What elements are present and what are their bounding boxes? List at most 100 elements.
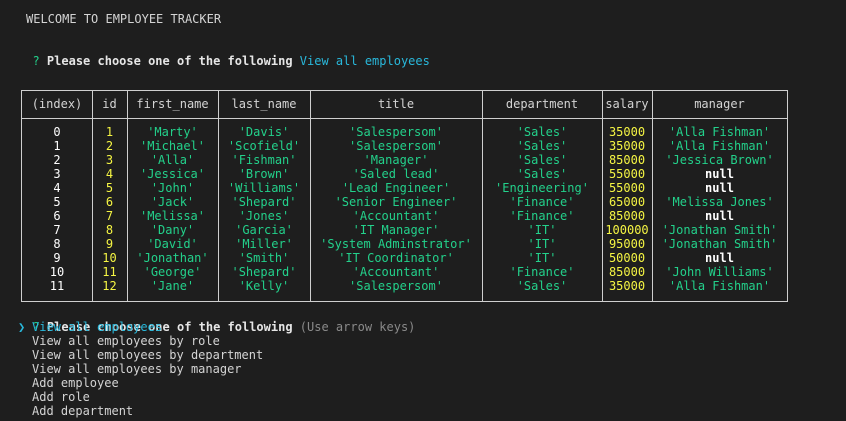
table-cell-salary: 100000 [605,223,649,237]
table-cell-first-name: 'Jonathan' [136,251,209,265]
table-cell-department: 'IT' [527,237,557,251]
table-cell-index: 2 [53,153,61,167]
table-cell-salary: 65000 [608,195,646,209]
choice-option[interactable]: Add role [32,390,90,404]
table-cell-first-name: 'Alla' [150,153,195,167]
table-cell-manager: 'Melissa Jones' [665,195,774,209]
table-cell-title: 'Accountant' [352,265,440,279]
table-cell-index: 10 [49,265,65,279]
table-cell-id: 11 [102,265,117,279]
table-cell-first-name: 'George' [143,265,202,279]
table-cell-salary: 95000 [608,237,646,251]
table-cell-last-name: 'Shepard' [231,265,297,279]
table-cell-salary: 35000 [608,139,646,153]
column-header-manager: manager [694,97,745,111]
table-cell-department: 'Sales' [516,125,568,139]
table-cell-title: 'Salespersom' [349,139,443,153]
table-cell-last-name: 'Fishman' [231,153,297,167]
prompt-answer: View all employees [299,54,430,68]
table-cell-title: 'Saled lead' [352,167,440,181]
table-cell-department: 'IT' [527,223,557,237]
column-header-first-name: first_name [136,97,209,111]
employees-table: (index) id first_name last_name title departm… [21,90,788,302]
table-cell-index: 0 [53,125,61,139]
table-cell-department: 'IT' [527,251,557,265]
table-cell-index: 3 [53,167,61,181]
choice-option[interactable]: View all employees by role [32,334,220,348]
welcome-banner: WELCOME TO EMPLOYEE TRACKER [26,12,222,26]
table-cell-salary: 85000 [608,265,646,279]
table-cell-manager: 'Alla Fishman' [668,139,771,153]
table-cell-title: 'Manager' [363,153,429,167]
table-cell-index: 11 [49,279,65,293]
table-cell-id: 3 [105,153,114,167]
table-cell-id: 7 [105,209,114,223]
table-cell-salary: 50000 [608,251,646,265]
table-cell-index: 6 [53,209,61,223]
table-cell-manager: 'John Williams' [665,265,774,279]
table-cell-title: 'Salespersom' [349,279,443,293]
table-cell-id: 4 [105,167,114,181]
table-cell-last-name: 'Miller' [235,237,293,251]
table-cell-first-name: 'Jack' [150,195,195,209]
header-divider [22,118,787,119]
table-cell-index: 7 [53,223,61,237]
table-cell-first-name: 'Michael' [139,139,206,153]
table-cell-department: 'Sales' [516,279,568,293]
table-cell-salary: 35000 [608,125,646,139]
table-cell-index: 1 [53,139,61,153]
table-cell-department: 'Engineering' [495,181,589,195]
column-header-department: department [505,97,579,111]
table-cell-last-name: 'Garcia' [235,223,293,237]
table-cell-manager: 'Jessica Brown' [665,153,774,167]
table-cell-first-name: 'Jane' [150,279,195,293]
table-cell-manager: null [705,251,734,265]
table-cell-department: 'Sales' [516,153,568,167]
table-cell-salary: 35000 [608,279,646,293]
table-cell-index: 9 [53,251,61,265]
table-cell-last-name: 'Brown' [238,167,290,181]
table-cell-department: 'Finance' [509,265,575,279]
table-cell-id: 5 [105,181,114,195]
table-cell-title: 'Salespersom' [349,125,443,139]
prompt-hint: (Use arrow keys) [299,320,416,334]
choice-option[interactable]: Add department [32,404,133,418]
table-cell-last-name: 'Williams' [227,181,301,195]
table-cell-department: 'Sales' [516,139,568,153]
table-cell-salary: 85000 [608,153,646,167]
choice-option[interactable]: View all employees by department [32,348,263,362]
table-cell-last-name: 'Smith' [238,251,290,265]
column-header-index: (index) [31,97,83,111]
table-cell-title: 'Accountant' [352,209,440,223]
table-cell-manager: null [705,181,734,195]
table-cell-manager: 'Alla Fishman' [668,279,771,293]
choice-option[interactable]: View all employees [32,320,162,334]
table-cell-id: 10 [102,251,117,265]
column-header-last-name: last_name [231,97,297,111]
table-cell-last-name: 'Jones' [238,209,290,223]
column-header-title: title [377,97,415,111]
choice-option[interactable]: Add employee [32,376,119,390]
table-cell-id: 6 [105,195,114,209]
table-cell-first-name: 'David' [147,237,198,251]
table-cell-index: 5 [53,195,61,209]
table-cell-id: 9 [105,237,114,251]
prompt-question: Please choose one of the following [46,54,293,68]
table-cell-department: 'Sales' [516,167,568,181]
table-cell-last-name: 'Davis' [238,125,290,139]
table-cell-department: 'Finance' [509,209,575,223]
selection-pointer-icon: ❯ [18,320,26,334]
table-cell-first-name: 'Melissa' [139,209,206,223]
table-cell-salary: 55000 [608,181,646,195]
choice-option[interactable]: View all employees by manager [32,362,242,376]
table-cell-id: 1 [105,125,114,139]
table-cell-first-name: 'Marty' [147,125,198,139]
table-cell-last-name: 'Shepard' [231,195,297,209]
table-cell-id: 12 [102,279,117,293]
table-cell-manager: 'Jonathan Smith' [661,223,778,237]
table-cell-title: 'IT Coordinator' [338,251,454,265]
table-cell-title: 'IT Manager' [352,223,440,237]
question-mark: ? [32,54,40,68]
table-cell-first-name: 'Jessica' [139,167,206,181]
table-cell-last-name: 'Kelly' [238,279,290,293]
